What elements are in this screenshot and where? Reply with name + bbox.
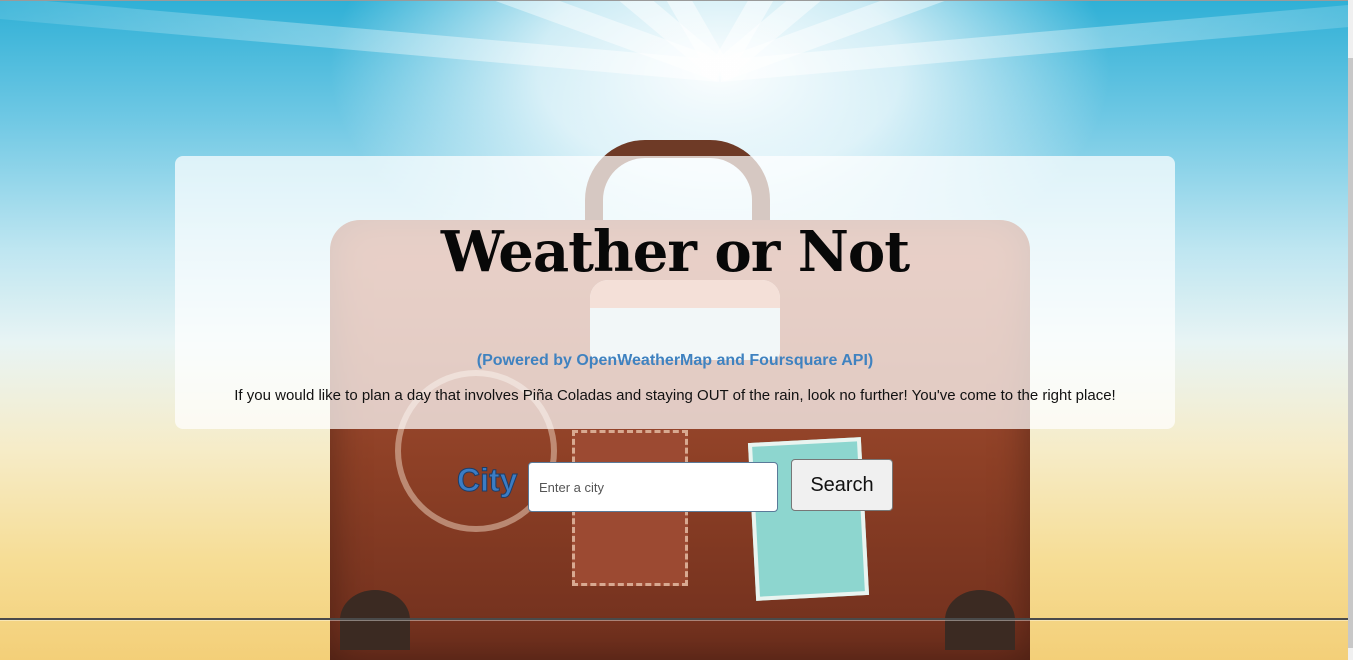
suitcase-wheel <box>945 590 1015 650</box>
scrollbar-track[interactable] <box>1348 0 1353 660</box>
city-label: City <box>456 462 518 499</box>
page-title: Weather or Not <box>440 219 910 285</box>
suitcase-wheel <box>340 590 410 650</box>
city-search-input[interactable] <box>528 462 778 512</box>
search-button[interactable]: Search <box>791 459 893 511</box>
top-border <box>0 0 1353 1</box>
hero-panel: Weather or Not (Powered by OpenWeatherMa… <box>175 156 1175 429</box>
divider <box>0 618 1348 620</box>
intro-text: If you would like to plan a day that inv… <box>234 387 1116 404</box>
powered-by-text: (Powered by OpenWeatherMap and Foursquar… <box>476 352 874 369</box>
scrollbar-thumb[interactable] <box>1348 58 1353 648</box>
